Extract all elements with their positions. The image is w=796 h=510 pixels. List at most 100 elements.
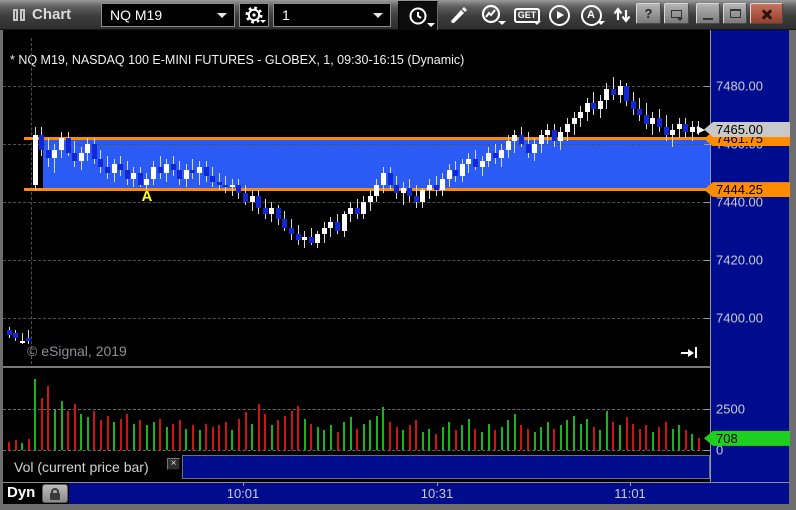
volume-bar	[86, 417, 89, 450]
volume-bar	[27, 438, 30, 450]
candle-body	[558, 132, 564, 142]
volume-bar	[349, 417, 352, 450]
candle-body	[584, 103, 590, 113]
time-axis-bar[interactable]: Dyn 10:01 10:31 11:01	[3, 482, 789, 504]
help-button[interactable]: ?	[636, 3, 661, 24]
price-axis[interactable]: 7465.00 7461.75 7444.25 708 7480.007460.…	[704, 30, 790, 482]
volume-bar	[651, 431, 654, 450]
candle-body	[367, 196, 373, 202]
candle-body	[32, 135, 38, 185]
candle-wick	[514, 129, 516, 153]
candle-body	[499, 149, 505, 159]
candle-body	[308, 236, 314, 243]
lower-level-line[interactable]	[24, 188, 710, 192]
volume-bar	[185, 428, 188, 450]
lower-level-tag[interactable]: 7444.25	[704, 182, 790, 198]
volume-bar	[211, 427, 214, 450]
annotation-a[interactable]: A	[139, 188, 155, 205]
candle-body	[394, 184, 400, 194]
volume-bar	[559, 425, 562, 450]
candle-body	[210, 175, 216, 182]
candle-body	[551, 129, 557, 142]
volume-study-close-button[interactable]: ×	[167, 458, 180, 470]
candle-body	[689, 126, 695, 133]
arrow-to-bar-icon	[681, 351, 688, 354]
price-gridline	[3, 144, 710, 145]
volume-bar	[191, 425, 194, 450]
candle-body	[6, 329, 12, 336]
volume-bar	[487, 423, 490, 450]
swap-symbol-button[interactable]	[608, 2, 636, 28]
candle-body	[472, 158, 478, 168]
volume-bar	[632, 423, 635, 450]
candle-body	[643, 115, 649, 124]
time-templates-button[interactable]	[398, 1, 438, 31]
volume-bar	[665, 422, 667, 450]
candle-wick	[199, 161, 201, 185]
price-gridline	[3, 86, 710, 87]
volume-bar	[244, 412, 247, 450]
volume-bar	[540, 427, 543, 450]
candle-body	[413, 196, 419, 202]
studies-button[interactable]	[476, 2, 508, 28]
volume-bar	[139, 420, 142, 450]
interval-combo[interactable]: 1	[273, 3, 391, 27]
lock-scale-button[interactable]	[42, 484, 68, 503]
chevron-down-icon	[427, 23, 435, 27]
volume-bar	[612, 422, 615, 450]
candle-body	[335, 222, 340, 231]
candle-body	[157, 167, 163, 173]
volume-bar	[428, 428, 431, 450]
volume-bar	[21, 442, 24, 450]
chevron-down-icon	[217, 13, 227, 18]
price-pane-plot[interactable]: * NQ M19, NASDAQ 100 E-MINI FUTURES - GL…	[3, 30, 710, 366]
minimize-button[interactable]	[696, 3, 720, 24]
question-icon: ?	[644, 6, 653, 21]
price-axis-label: 7480.00	[716, 78, 763, 94]
candle-body	[341, 213, 347, 231]
volume-bar	[481, 431, 484, 450]
window-menu-button[interactable]	[664, 3, 689, 24]
candle-body	[361, 202, 367, 214]
candle-body	[518, 135, 524, 144]
symbol-settings-button[interactable]	[239, 3, 269, 27]
volume-bar	[257, 404, 260, 450]
play-icon	[548, 4, 570, 26]
volume-bar	[415, 420, 418, 450]
candle-wick	[54, 144, 56, 173]
replay-button[interactable]	[545, 2, 573, 28]
clock-icon	[409, 7, 427, 25]
pencil-icon	[451, 7, 467, 23]
price-gridline	[3, 318, 710, 319]
volume-bar	[369, 420, 372, 450]
candle-body	[197, 167, 203, 173]
candle-body	[538, 135, 544, 144]
volume-bar	[205, 423, 208, 450]
volume-bar	[290, 410, 293, 450]
chevron-down-icon	[498, 21, 506, 25]
volume-bar	[395, 427, 398, 450]
volume-pane-plot[interactable]	[3, 368, 710, 453]
candle-body	[630, 100, 636, 110]
go-to-latest-button[interactable]	[681, 347, 697, 358]
volume-bar	[198, 430, 201, 450]
symbol-combo[interactable]: NQ M19	[101, 3, 235, 27]
candle-body	[505, 141, 511, 150]
candle-body	[466, 158, 472, 165]
upper-level-line[interactable]	[24, 137, 710, 141]
candle-body	[144, 178, 150, 185]
candle-body	[111, 164, 117, 173]
price-axis-tick	[704, 144, 710, 145]
draw-tools-button[interactable]	[443, 2, 471, 28]
alerts-button[interactable]: A	[575, 2, 607, 28]
volume-bar	[145, 425, 148, 450]
candle-body	[59, 138, 65, 150]
volume-bar	[494, 430, 497, 450]
close-button[interactable]	[750, 3, 783, 24]
volume-bar	[619, 425, 621, 450]
get-data-button[interactable]: GET	[511, 2, 543, 28]
candle-body	[229, 184, 235, 188]
chart-window-icon	[13, 9, 25, 21]
time-axis-label: 10:31	[420, 486, 454, 501]
maximize-button[interactable]	[723, 3, 747, 24]
